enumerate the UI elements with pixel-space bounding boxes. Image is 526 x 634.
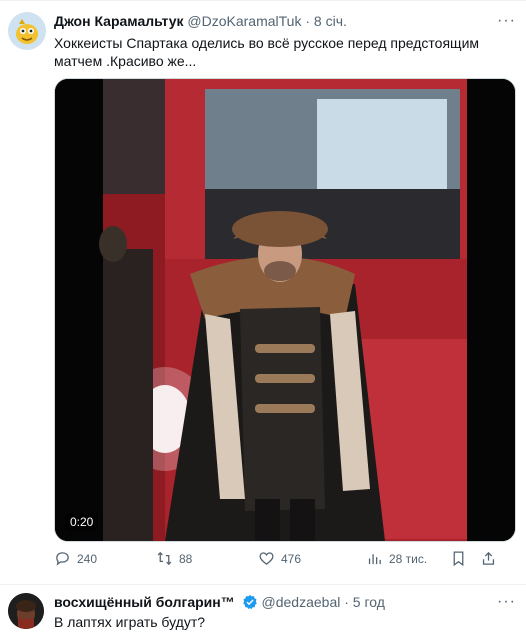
heart-icon bbox=[259, 552, 274, 565]
author-handle[interactable]: @DzoKaramalTuk bbox=[187, 13, 301, 29]
reply-text: В лаптях играть будут? bbox=[54, 614, 206, 630]
tweet[interactable]: Джон Карамальтук @DzoKaramalTuk · 8 січ.… bbox=[0, 0, 526, 585]
bookmark-icon bbox=[453, 551, 464, 567]
author-name[interactable]: Джон Карамальтук bbox=[54, 13, 184, 29]
more-options-icon[interactable]: ··· bbox=[497, 12, 516, 30]
reply-more-options-icon[interactable]: ··· bbox=[497, 593, 516, 611]
tweet-text: Хоккеисты Спартака оделись во всё русско… bbox=[54, 35, 480, 69]
like-button[interactable]: 476 bbox=[258, 550, 301, 567]
bookmark-button[interactable] bbox=[450, 550, 467, 572]
views-button[interactable]: 28 тис. bbox=[366, 550, 427, 567]
cartoon-avatar-icon bbox=[8, 12, 46, 50]
share-icon bbox=[482, 551, 495, 565]
share-button[interactable] bbox=[480, 550, 497, 572]
reply-count: 240 bbox=[77, 551, 98, 566]
repost-count: 88 bbox=[179, 551, 193, 566]
reply-icon bbox=[56, 552, 69, 566]
reply-header: восхищённый болгарин™ @dedzaebal · 5 год bbox=[54, 593, 385, 614]
like-count: 476 bbox=[281, 551, 302, 566]
repost-icon bbox=[157, 551, 172, 566]
tweet-actions: 240 88 476 28 тис. bbox=[54, 550, 526, 572]
video-timestamp: 0:20 bbox=[65, 513, 99, 531]
reply-time[interactable]: 5 год bbox=[353, 594, 385, 610]
reply-button[interactable]: 240 bbox=[54, 550, 97, 567]
avatar[interactable] bbox=[8, 12, 46, 50]
reply-tweet[interactable]: восхищённый болгарин™ @dedzaebal · 5 год… bbox=[0, 585, 526, 634]
reply-separator-dot: · bbox=[344, 594, 349, 610]
reply-author-name[interactable]: восхищённый болгарин™ bbox=[54, 594, 235, 610]
verified-badge-icon bbox=[242, 594, 258, 614]
reply-avatar[interactable] bbox=[8, 593, 44, 629]
tweet-video[interactable]: 0:20 bbox=[54, 78, 516, 542]
tweet-header: Джон Карамальтук @DzoKaramalTuk · 8 січ. bbox=[54, 12, 347, 30]
separator-dot: · bbox=[305, 13, 311, 29]
views-icon bbox=[368, 554, 381, 565]
reply-avatar-icon bbox=[8, 593, 44, 629]
repost-button[interactable]: 88 bbox=[156, 550, 192, 567]
video-frame-image bbox=[55, 79, 515, 541]
reply-author-handle[interactable]: @dedzaebal bbox=[262, 594, 341, 610]
tweet-time[interactable]: 8 січ. bbox=[314, 13, 347, 29]
view-count: 28 тис. bbox=[389, 551, 428, 566]
